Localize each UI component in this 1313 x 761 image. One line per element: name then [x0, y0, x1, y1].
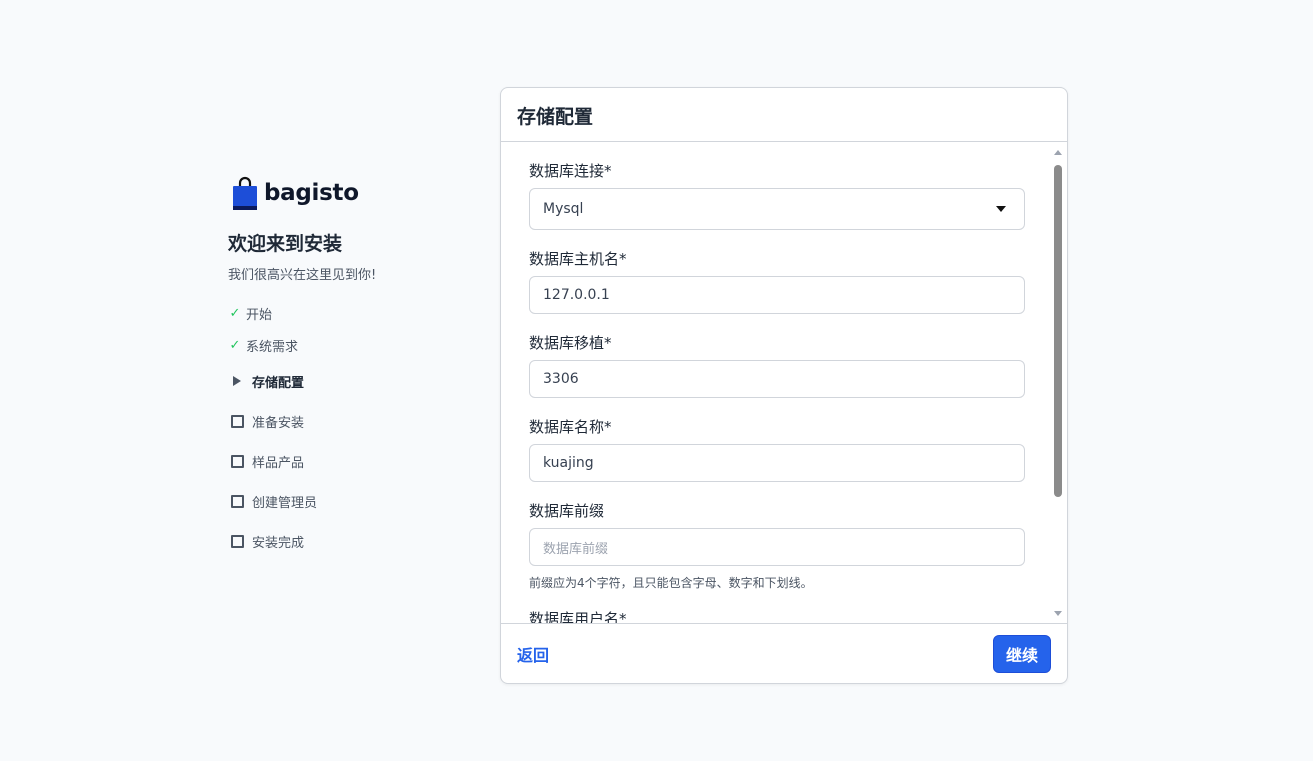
step-label: 系统需求: [246, 339, 299, 355]
field-db-prefix: 数据库前缀 数据库前缀 前缀应为4个字符，且只能包含字母、数字和下划线。: [529, 500, 1025, 591]
card-body[interactable]: 数据库连接* Mysql 数据库主机名* 127.0.0.1 数据库移植* 33…: [501, 142, 1067, 624]
step-create-admin: 创建管理员: [228, 481, 488, 521]
db-port-label: 数据库移植*: [529, 334, 612, 352]
check-icon: ✓: [229, 305, 241, 321]
welcome-title: 欢迎来到安装: [228, 233, 343, 255]
step-label: 创建管理员: [252, 495, 318, 511]
triangle-right-icon: [228, 376, 246, 386]
installer-sidebar: bagisto 欢迎来到安装 我们很高兴在这里见到你! ✓ 开始 ✓ 系统需求 …: [228, 175, 488, 561]
step-label: 样品产品: [252, 455, 305, 471]
card-header: 存储配置: [501, 88, 1067, 142]
field-db-username: 数据库用户名*: [529, 608, 1025, 624]
db-name-value: kuajing: [543, 455, 594, 471]
scroll-up-arrow-icon[interactable]: [1054, 150, 1062, 155]
step-start: ✓ 开始: [228, 297, 488, 329]
step-storage-config: 存储配置: [228, 361, 488, 401]
card-footer: 返回 继续: [501, 623, 1067, 683]
bagisto-logo: bagisto: [232, 175, 488, 211]
field-db-name: 数据库名称* kuajing: [529, 416, 1025, 482]
scroll-down-arrow-icon[interactable]: [1054, 611, 1062, 616]
welcome-subtitle: 我们很高兴在这里见到你!: [228, 268, 377, 283]
storage-config-card: 存储配置 数据库连接* Mysql 数据库主机名* 127.0.0.1 数据库移…: [500, 87, 1068, 684]
back-button[interactable]: 返回: [517, 642, 549, 666]
field-db-port: 数据库移植* 3306: [529, 332, 1025, 398]
checkbox-icon: [228, 414, 246, 428]
field-db-host: 数据库主机名* 127.0.0.1: [529, 248, 1025, 314]
step-label: 准备安装: [252, 415, 305, 431]
step-label: 安装完成: [252, 535, 305, 551]
db-host-value: 127.0.0.1: [543, 287, 610, 303]
field-db-connection: 数据库连接* Mysql: [529, 160, 1025, 230]
check-icon: ✓: [229, 337, 241, 353]
step-ready-install: 准备安装: [228, 401, 488, 441]
brand-name: bagisto: [264, 180, 359, 206]
step-label: 开始: [246, 307, 273, 323]
db-host-label: 数据库主机名*: [529, 250, 627, 268]
db-username-label: 数据库用户名*: [529, 610, 627, 624]
db-prefix-label: 数据库前缀: [529, 502, 605, 520]
form-scrollbar[interactable]: [1053, 150, 1063, 616]
step-label: 存储配置: [252, 375, 305, 391]
db-connection-select[interactable]: Mysql: [529, 188, 1025, 230]
scrollbar-thumb[interactable]: [1054, 165, 1062, 497]
db-connection-value: Mysql: [543, 201, 584, 217]
db-prefix-hint: 前缀应为4个字符，且只能包含字母、数字和下划线。: [529, 576, 813, 590]
checkbox-icon: [228, 454, 246, 468]
continue-button[interactable]: 继续: [993, 634, 1051, 673]
shopping-bag-icon: [232, 176, 258, 210]
db-name-input[interactable]: kuajing: [529, 444, 1025, 482]
page-title: 存储配置: [517, 106, 594, 128]
step-sample-products: 样品产品: [228, 441, 488, 481]
install-steps: ✓ 开始 ✓ 系统需求 存储配置 准备安装 样品产品 创建管理员 安装完成: [228, 297, 488, 561]
db-name-label: 数据库名称*: [529, 418, 612, 436]
db-prefix-input[interactable]: 数据库前缀: [529, 528, 1025, 566]
checkbox-icon: [228, 494, 246, 508]
chevron-down-icon: [996, 206, 1006, 212]
step-install-complete: 安装完成: [228, 521, 488, 561]
db-port-input[interactable]: 3306: [529, 360, 1025, 398]
db-prefix-placeholder: 数据库前缀: [543, 541, 609, 557]
step-system-requirements: ✓ 系统需求: [228, 329, 488, 361]
db-port-value: 3306: [543, 371, 579, 387]
db-connection-label: 数据库连接*: [529, 162, 612, 180]
checkbox-icon: [228, 534, 246, 548]
db-host-input[interactable]: 127.0.0.1: [529, 276, 1025, 314]
